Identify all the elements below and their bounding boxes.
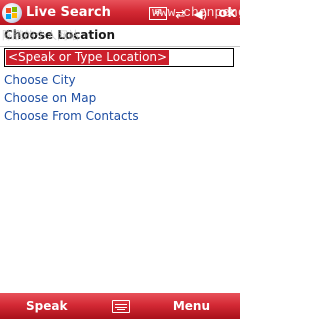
location-input[interactable]: <Speak or Type Location> [4,48,234,67]
menu-item-choose-from-contacts[interactable]: Choose From Contacts [4,107,139,125]
keyboard-icon[interactable] [112,300,130,313]
volume-icon[interactable]: ◀) [193,5,207,23]
signal-icon[interactable]: ⇄ [175,5,185,23]
location-input-value[interactable]: <Speak or Type Location> [6,50,170,65]
message-icon[interactable]: ✉ [149,7,168,20]
speak-softkey[interactable]: Speak [26,299,67,313]
page-header: Choose Location [0,25,240,47]
status-icons: ✉ ⇄ ◀) ok [146,3,238,23]
page-title: Choose Location [4,28,116,42]
menu-item-choose-on-map[interactable]: Choose on Map [4,89,139,107]
menu-softkey[interactable]: Menu [173,299,210,313]
softkey-bar: Speak Menu [0,293,240,319]
windows-start-icon[interactable] [2,3,22,23]
app-title: Live Search [26,5,111,20]
menu-list: Choose City Choose on Map Choose From Co… [4,71,139,125]
status-bar: Live Search ✉ ⇄ ◀) ok www.chenpeng12 [0,0,240,25]
ok-button[interactable]: ok [216,6,238,21]
menu-item-choose-city[interactable]: Choose City [4,71,139,89]
